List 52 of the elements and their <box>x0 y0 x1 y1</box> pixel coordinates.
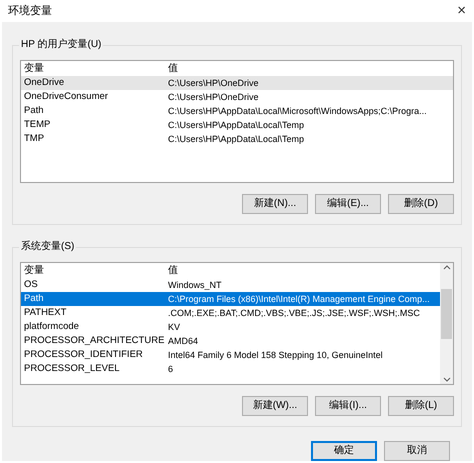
variable-name: OS <box>23 278 39 292</box>
variable-name: PATHEXT <box>23 306 68 320</box>
list-row[interactable]: PATHEXT .COM;.EXE;.BAT;.CMD;.VBS;.VBE;.JS;.JSE;.WSF;.WSH;.MSC <box>21 306 440 320</box>
list-row[interactable]: OneDriveConsumer C:\Users\HP\OneDrive <box>21 90 453 104</box>
list-row[interactable]: TMP C:\Users\HP\AppData\Local\Temp <box>21 132 453 146</box>
list-action-button[interactable]: 新建(W)... <box>242 396 308 416</box>
list-action-button[interactable]: 编辑(I)... <box>315 396 381 416</box>
column-header[interactable]: 变量 <box>21 264 168 278</box>
variable-value: C:\Users\HP\AppData\Local\Temp <box>168 133 306 146</box>
variable-name: TMP <box>23 132 46 146</box>
variable-value: Intel64 Family 6 Model 158 Stepping 10, GenuineIntel <box>168 349 384 362</box>
list-row[interactable]: PROCESSOR_LEVEL 6 <box>21 362 440 376</box>
group-label: HP 的用户变量(U) <box>19 38 104 52</box>
variable-value: 6 <box>168 363 174 376</box>
variable-value: C:\Users\HP\OneDrive <box>168 77 260 90</box>
variable-value: C:\Users\HP\OneDrive <box>168 91 260 104</box>
list-action-button[interactable]: 删除(L) <box>388 396 454 416</box>
list-row[interactable]: PROCESSOR_IDENTIFIER Intel64 Family 6 Model 158 Stepping 10, GenuineIntel <box>21 348 440 362</box>
variable-name: Path <box>23 104 45 118</box>
variable-name: platformcode <box>23 320 80 334</box>
variable-name: TEMP <box>23 118 52 132</box>
variable-value: C:\Program Files (x86)\Intel\Intel(R) Management Engine Comp... <box>168 293 431 306</box>
variable-name: OneDrive <box>23 76 66 90</box>
list-row[interactable]: platformcode KV <box>21 320 440 334</box>
window-title: 环境变量 <box>8 4 52 19</box>
list-row[interactable]: Path C:\Program Files (x86)\Intel\Intel(R) Management Engine Comp... <box>21 292 440 306</box>
column-header[interactable]: 值 <box>168 62 453 76</box>
variable-value: AMD64 <box>168 335 200 348</box>
variable-name: PROCESSOR_ARCHITECTURE <box>23 334 166 348</box>
dialog-button[interactable]: 取消 <box>384 441 450 461</box>
group-label: 系统变量(S) <box>19 240 76 254</box>
variable-value: KV <box>168 321 182 334</box>
variable-name: OneDriveConsumer <box>23 90 109 104</box>
variable-name: PROCESSOR_LEVEL <box>23 362 121 376</box>
list-row[interactable]: TEMP C:\Users\HP\AppData\Local\Temp <box>21 118 453 132</box>
list-row[interactable]: Path C:\Users\HP\AppData\Local\Microsoft\WindowsApps;C:\Progra... <box>21 104 453 118</box>
variable-value: Windows_NT <box>168 279 223 292</box>
close-button[interactable]: × <box>457 3 466 19</box>
list-row[interactable]: OS Windows_NT <box>21 278 440 292</box>
list-action-button[interactable]: 删除(D) <box>388 194 454 214</box>
variable-value: .COM;.EXE;.BAT;.CMD;.VBS;.VBE;.JS;.JSE;.WSF;.WSH;.MSC <box>168 307 421 320</box>
variable-value: C:\Users\HP\AppData\Local\Temp <box>168 119 306 132</box>
variable-name: Path <box>23 292 45 306</box>
column-header[interactable]: 变量 <box>21 62 168 76</box>
list-action-button[interactable]: 新建(N)... <box>242 194 308 214</box>
dialog-button[interactable]: 确定 <box>311 441 377 461</box>
column-header[interactable]: 值 <box>168 264 440 278</box>
list-row[interactable]: OneDrive C:\Users\HP\OneDrive <box>21 76 453 90</box>
list-row[interactable]: PROCESSOR_ARCHITECTURE AMD64 <box>21 334 440 348</box>
variable-name: PROCESSOR_IDENTIFIER <box>23 348 144 362</box>
list-action-button[interactable]: 编辑(E)... <box>315 194 381 214</box>
variable-value: C:\Users\HP\AppData\Local\Microsoft\WindowsApps;C:\Progra... <box>168 105 428 118</box>
